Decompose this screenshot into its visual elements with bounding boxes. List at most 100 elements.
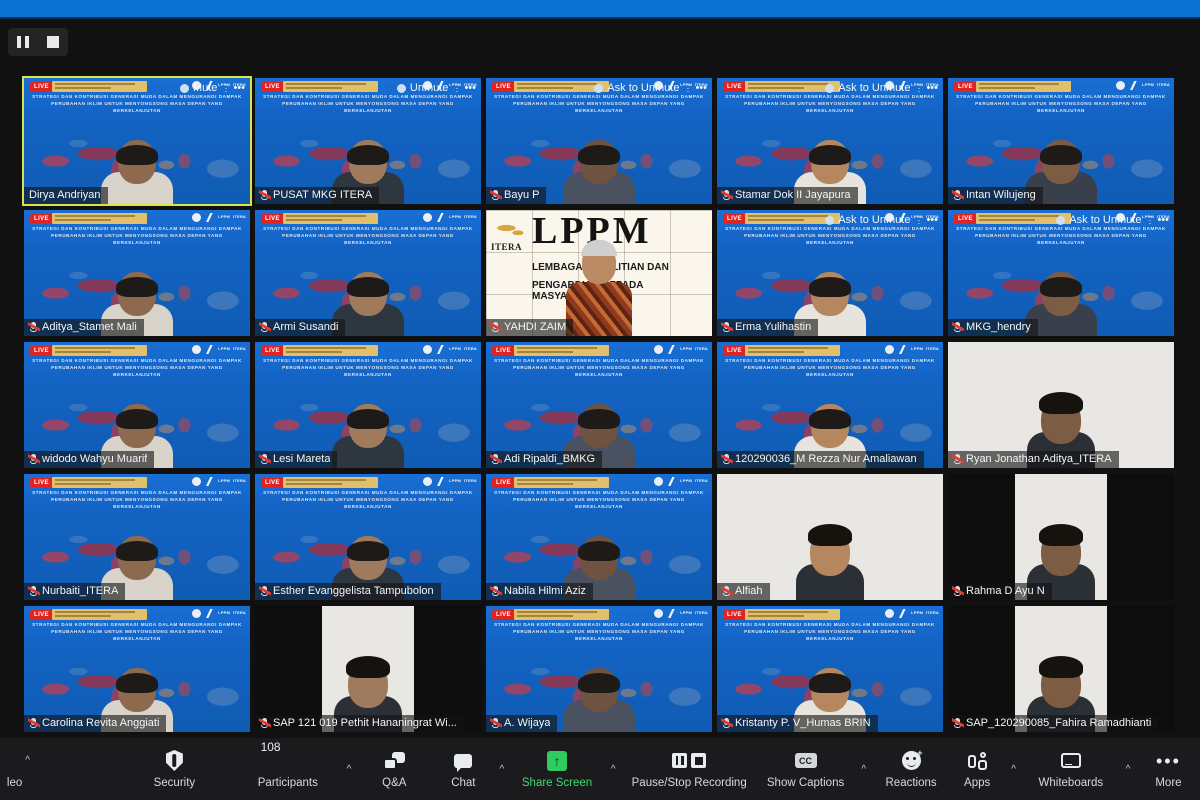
toolbar-chat-button[interactable]: Chat [433,738,494,800]
participant-tile[interactable]: SAP_120290085_Fahira Ramadhianti [948,606,1174,732]
participant-tile[interactable]: LIVE LPPM ITERA STRATEGI DAN KONTRIBUSI … [486,342,712,468]
tile-more-vertical-icon[interactable]: ⋮ [221,83,230,94]
lppm-logo-text: LPPM [449,478,461,484]
tile-more-vertical-icon[interactable]: ⋮ [683,83,692,94]
tile-audio-control-label[interactable]: Ask to Unmute [607,82,679,94]
participant-tile[interactable]: LIVE LPPM ITERA STRATEGI DAN KONTRIBUSI … [486,78,712,204]
participant-name: Stamar Dok II Jayapura [735,189,851,201]
tile-more-options-icon[interactable]: ••• [1157,214,1169,226]
more-dots-icon[interactable]: ••• [1156,750,1181,772]
toolbar-video-button[interactable]: ^ leo [0,738,55,800]
bmkg-logo-icon [192,477,202,486]
participant-tile[interactable]: LIVE LPPM ITERA STRATEGI DAN KONTRIBUSI … [24,606,250,732]
participant-tile[interactable]: SAP 121 019 Pethit Hananingrat Wi... [255,606,481,732]
participant-tile[interactable]: Alfiah [717,474,943,600]
toolbar-qa-button[interactable]: Q&A [356,738,433,800]
pause-recording-button[interactable] [17,36,30,49]
participant-tile[interactable]: LIVE LPPM ITERA STRATEGI DAN KONTRIBUSI … [255,210,481,336]
shield-icon[interactable] [165,750,183,772]
lppm-logo-text: LPPM [218,346,230,352]
toolbar-participants-button[interactable]: 108 Participants [234,738,342,800]
whiteboards-chevron[interactable]: ^ [1119,738,1137,800]
tile-more-vertical-icon[interactable]: ⋮ [452,83,461,94]
gallery-row: LIVE LPPM ITERA STRATEGI DAN KONTRIBUSI … [24,474,1176,600]
participant-tile[interactable]: Ryan Jonathan Aditya_ITERA [948,342,1174,468]
tile-audio-control[interactable]: Ask to Unmute ⋮ ••• [825,82,938,94]
tile-more-vertical-icon[interactable]: ⋮ [914,215,923,226]
participant-tile[interactable]: LIVE LPPM ITERA STRATEGI DAN KONTRIBUSI … [255,474,481,600]
participant-tile[interactable]: LIVE LPPM ITERA STRATEGI DAN KONTRIBUSI … [948,210,1174,336]
tile-more-options-icon[interactable]: ••• [464,82,476,94]
participant-tile[interactable]: LIVE LPPM ITERA STRATEGI DAN KONTRIBUSI … [24,474,250,600]
toolbar-more-button[interactable]: ••• More [1137,738,1200,800]
participants-chevron[interactable]: ^ [342,738,356,800]
toolbar-apps-button[interactable]: Apps [950,738,1005,800]
tile-audio-control-label[interactable]: Ask to Unmute [1069,214,1141,226]
banner-title-text: STRATEGI DAN KONTRIBUSI GENERASI MUDA DA… [32,226,242,245]
tile-more-options-icon[interactable]: ••• [233,82,245,94]
muted-microphone-icon [490,716,502,730]
toolbar-video-label: leo [6,776,23,789]
banner-logos: LPPM ITERA [654,609,708,618]
microphone-icon[interactable] [396,83,406,93]
toolbar-whiteboards-button[interactable]: Whiteboards [1023,738,1120,800]
tile-audio-control[interactable]: Ask to Unmute ⋮ ••• [1056,214,1169,226]
toolbar-captions-button[interactable]: CC Show Captions [756,738,855,800]
tile-audio-control[interactable]: Ask to Unmute ⋮ ••• [825,214,938,226]
tile-audio-control-label[interactable]: Ask to Unmute [838,82,910,94]
tile-more-vertical-icon[interactable]: ⋮ [1145,215,1154,226]
tile-more-vertical-icon[interactable]: ⋮ [914,83,923,94]
people-icon[interactable]: 108 [261,740,300,772]
apps-chevron[interactable]: ^ [1005,738,1023,800]
toolbar-recording-button[interactable]: Pause/Stop Recording [622,738,756,800]
microphone-icon[interactable] [1056,215,1066,225]
tile-audio-control-label[interactable]: Ask to Unmute [838,214,910,226]
whiteboard-icon[interactable] [1060,750,1081,772]
share-screen-icon[interactable] [547,750,568,772]
tile-more-options-icon[interactable]: ••• [926,82,938,94]
bmkg-logo-icon [1116,81,1126,90]
chat-bubble-icon[interactable] [454,750,473,772]
participant-tile[interactable]: LIVE LPPM ITERA STRATEGI DAN KONTRIBUSI … [717,210,943,336]
participant-tile[interactable]: LIVE LPPM ITERA STRATEGI DAN KONTRIBUSI … [24,210,250,336]
participant-tile[interactable]: LIVE LPPM ITERA STRATEGI DAN KONTRIBUSI … [717,78,943,204]
tile-audio-control[interactable]: Unmute ⋮ ••• [396,82,476,94]
qa-bubbles-icon[interactable] [383,750,406,772]
participant-tile[interactable]: LIVE LPPM ITERA STRATEGI DAN KONTRIBUSI … [24,342,250,468]
participant-tile[interactable]: LIVE LPPM ITERA STRATEGI DAN KONTRIBUSI … [948,78,1174,204]
toolbar-share-screen-button[interactable]: Share Screen [510,738,605,800]
bmkg-logo-icon [885,345,895,354]
microphone-icon[interactable] [179,83,189,93]
participant-tile[interactable]: LIVE LPPM ITERA STRATEGI DAN KONTRIBUSI … [255,342,481,468]
tile-audio-control-label[interactable]: Mute [193,82,217,94]
participant-tile[interactable]: LIVE LPPM ITERA STRATEGI DAN KONTRIBUSI … [255,78,481,204]
chat-chevron[interactable]: ^ [494,738,510,800]
participant-tile[interactable]: Rahma D Ayu N [948,474,1174,600]
participant-tile[interactable]: ITERA LPPM LEMBAGA PENELITIAN DAN PENGAB… [486,210,712,336]
reactions-smiley-icon[interactable]: + [901,748,923,772]
tile-audio-control[interactable]: Ask to Unmute ⋮ ••• [594,82,707,94]
tile-more-options-icon[interactable]: ••• [926,214,938,226]
tile-audio-control[interactable]: Mute ⋮ ••• [179,82,245,94]
tile-audio-control-label[interactable]: Unmute [410,82,449,94]
captions-chevron[interactable]: ^ [855,738,873,800]
participant-tile[interactable]: LIVE LPPM ITERA STRATEGI DAN KONTRIBUSI … [486,474,712,600]
recording-controls[interactable] [8,28,68,56]
participant-tile[interactable]: LIVE LPPM ITERA STRATEGI DAN KONTRIBUSI … [717,606,943,732]
chevron-up-icon[interactable]: ^ [23,750,33,772]
participant-tile[interactable]: LIVE LPPM ITERA STRATEGI DAN KONTRIBUSI … [22,76,252,206]
microphone-icon[interactable] [594,83,604,93]
share-screen-chevron[interactable]: ^ [604,738,622,800]
participant-name-bar: Aditya_Stamet Mali [24,319,144,336]
toolbar-reactions-button[interactable]: + Reactions [873,738,950,800]
tile-more-options-icon[interactable]: ••• [695,82,707,94]
apps-icon[interactable] [967,750,987,772]
microphone-icon[interactable] [825,215,835,225]
toolbar-security-button[interactable]: Security [115,738,233,800]
closed-captions-icon[interactable]: CC [794,750,817,772]
pause-stop-recording-icon[interactable] [672,750,707,772]
microphone-icon[interactable] [825,83,835,93]
stop-recording-button[interactable] [47,36,60,49]
participant-tile[interactable]: LIVE LPPM ITERA STRATEGI DAN KONTRIBUSI … [717,342,943,468]
participant-tile[interactable]: LIVE LPPM ITERA STRATEGI DAN KONTRIBUSI … [486,606,712,732]
